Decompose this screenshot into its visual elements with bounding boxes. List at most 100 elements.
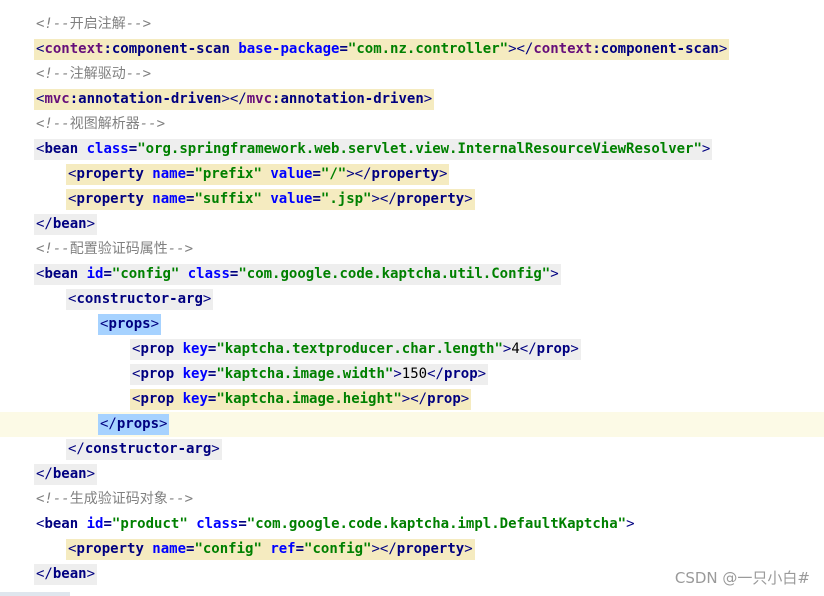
code-token: ></ bbox=[508, 41, 534, 57]
code-token: property bbox=[76, 541, 153, 557]
code-line[interactable]: <mvc:annotation-driven></mvc:annotation-… bbox=[0, 87, 824, 112]
code-token: property bbox=[76, 191, 153, 207]
code-token: > bbox=[701, 141, 711, 157]
code-token: value bbox=[270, 191, 313, 207]
code-token: ></ bbox=[346, 166, 372, 182]
code-token: "kaptcha.textproducer.char.length" bbox=[216, 341, 503, 357]
code-token: :component-scan bbox=[103, 41, 239, 57]
code-line[interactable]: <bean class="org.springframework.web.ser… bbox=[0, 137, 824, 162]
code-line-content: </bean> bbox=[34, 464, 98, 485]
code-line[interactable]: </bean> bbox=[0, 212, 824, 237]
code-token: 4 bbox=[511, 341, 520, 357]
code-token: > bbox=[159, 416, 168, 432]
code-line-content: <mvc:annotation-driven></mvc:annotation-… bbox=[34, 89, 435, 110]
code-token: "kaptcha.image.height" bbox=[216, 391, 402, 407]
code-token: > bbox=[460, 391, 470, 407]
code-token: --> bbox=[139, 116, 166, 132]
code-line-content: <property name="prefix" value="/"></prop… bbox=[66, 164, 450, 185]
code-token: ref bbox=[270, 541, 296, 557]
code-token: bean bbox=[52, 216, 87, 232]
code-token: :annotation-driven bbox=[272, 91, 424, 107]
code-token: "com.google.code.kaptcha.util.Config" bbox=[238, 266, 551, 282]
code-token: value bbox=[270, 166, 313, 182]
code-token: > bbox=[550, 266, 559, 282]
code-line[interactable]: </bean> bbox=[0, 462, 824, 487]
code-token: constructor-arg bbox=[84, 441, 212, 457]
code-line[interactable]: <prop key="kaptcha.image.width">150</pro… bbox=[0, 362, 824, 387]
code-token: ></ bbox=[401, 391, 428, 407]
code-token: prop bbox=[140, 391, 183, 407]
code-token: "prefix" bbox=[194, 166, 271, 182]
code-token: --> bbox=[125, 66, 152, 82]
code-token: "product" bbox=[111, 516, 197, 532]
code-token: > bbox=[202, 291, 212, 307]
code-token: class bbox=[187, 266, 230, 282]
code-token: ".jsp" bbox=[320, 191, 372, 207]
code-line-content: <!--开启注解--> bbox=[34, 14, 153, 35]
code-line[interactable]: <bean id="product" class="com.google.cod… bbox=[0, 512, 824, 537]
code-line[interactable]: <prop key="kaptcha.image.height"></prop> bbox=[0, 387, 824, 412]
code-token: </ bbox=[68, 441, 85, 457]
code-token: props bbox=[116, 416, 160, 432]
code-line[interactable]: <property name="config" ref="config"></p… bbox=[0, 537, 824, 562]
code-token: > bbox=[477, 366, 487, 382]
code-line[interactable]: <!--开启注解--> bbox=[0, 12, 824, 37]
code-token: property bbox=[371, 166, 439, 182]
code-token: base-package bbox=[238, 41, 340, 57]
code-token: --> bbox=[167, 491, 194, 507]
code-token: </ bbox=[519, 341, 537, 357]
code-token: "kaptcha.image.width" bbox=[216, 366, 394, 382]
code-token: constructor-arg bbox=[76, 291, 203, 307]
code-token: = bbox=[339, 41, 348, 57]
code-line-content: <property name="suffix" value=".jsp"></p… bbox=[66, 189, 475, 210]
code-line[interactable]: <!--生成验证码对象--> bbox=[0, 487, 824, 512]
code-token: </ bbox=[100, 416, 117, 432]
code-line[interactable]: <!--配置验证码属性--> bbox=[0, 237, 824, 262]
code-token: key bbox=[182, 341, 208, 357]
code-token: "suffix" bbox=[194, 191, 271, 207]
code-line[interactable]: <context:component-scan base-package="co… bbox=[0, 37, 824, 62]
code-token: > bbox=[570, 341, 579, 357]
code-token: > bbox=[86, 466, 96, 482]
code-token: class bbox=[86, 141, 129, 157]
code-token: name bbox=[152, 541, 187, 557]
code-token: bean bbox=[44, 516, 87, 532]
code-line-content: <bean id="product" class="com.google.cod… bbox=[34, 514, 637, 535]
code-token: :annotation-driven bbox=[69, 91, 222, 107]
code-line[interactable]: <!--注解驱动--> bbox=[0, 62, 824, 87]
code-line[interactable]: <bean id="config" class="com.google.code… bbox=[0, 262, 824, 287]
code-line[interactable]: <prop key="kaptcha.textproducer.char.len… bbox=[0, 337, 824, 362]
code-token: prop bbox=[140, 366, 183, 382]
code-token: "com.google.code.kaptcha.impl.DefaultKap… bbox=[246, 516, 627, 532]
bottom-fragment bbox=[0, 592, 70, 596]
code-token: id bbox=[86, 266, 104, 282]
code-line[interactable]: <property name="prefix" value="/"></prop… bbox=[0, 162, 824, 187]
code-token: prop bbox=[427, 391, 461, 407]
code-token: = bbox=[128, 141, 138, 157]
code-token: </ bbox=[36, 466, 53, 482]
code-token: </ bbox=[427, 366, 444, 382]
code-token: prop bbox=[536, 341, 571, 357]
code-token: ></ bbox=[371, 191, 397, 207]
code-token: <!-- bbox=[36, 16, 70, 32]
code-token: > bbox=[464, 541, 473, 557]
code-token: = bbox=[295, 541, 305, 557]
code-line[interactable]: <property name="suffix" value=".jsp"></p… bbox=[0, 187, 824, 212]
code-editor[interactable]: <!--开启注解--> <context:component-scan base-… bbox=[0, 0, 824, 596]
code-token: <!-- bbox=[36, 66, 70, 82]
code-token: 注解驱动 bbox=[69, 66, 126, 82]
code-token: > bbox=[86, 566, 96, 582]
code-token: 生成验证码对象 bbox=[69, 491, 168, 507]
code-token: ></ bbox=[371, 541, 397, 557]
code-line[interactable]: <props> bbox=[0, 312, 824, 337]
code-token: > bbox=[86, 216, 96, 232]
code-line[interactable]: <constructor-arg> bbox=[0, 287, 824, 312]
code-line[interactable]: </props> bbox=[0, 412, 824, 437]
code-token: 视图解析器 bbox=[69, 116, 140, 132]
code-line[interactable]: </constructor-arg> bbox=[0, 437, 824, 462]
code-token: > bbox=[464, 191, 473, 207]
code-token: > bbox=[423, 91, 433, 107]
code-token: context bbox=[533, 41, 593, 57]
code-token: class bbox=[196, 516, 239, 532]
code-line[interactable]: <!--视图解析器--> bbox=[0, 112, 824, 137]
